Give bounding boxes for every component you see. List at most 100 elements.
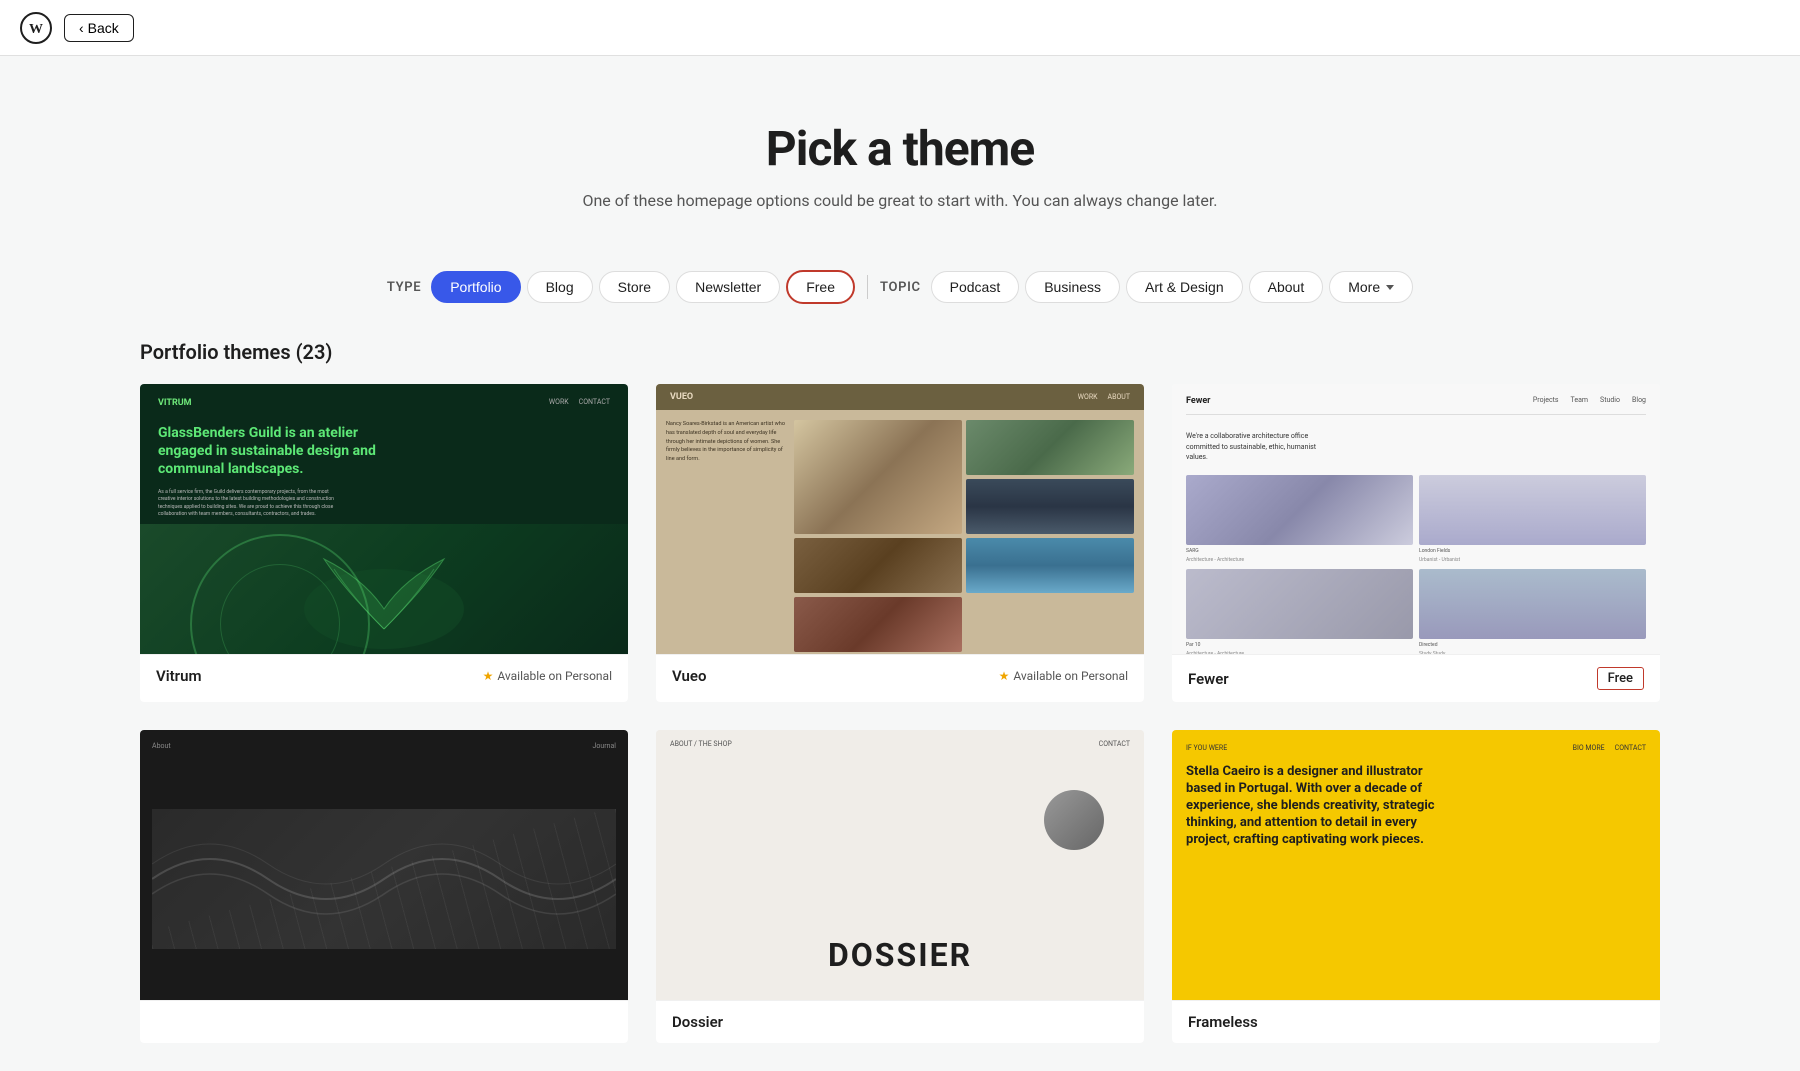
vueo-nav-links: WORK ABOUT [1078,393,1130,401]
dark-nav-about: About [152,742,171,750]
theme-preview-vitrum: VITRUM WORK CONTACT GlassBenders Guild i… [140,384,628,654]
more-label: More [1348,279,1380,295]
page-title: Pick a theme [140,120,1660,177]
fewer-grid: SARG Architecture - Architecture London … [1186,475,1646,655]
vitrum-name: Vitrum [156,667,201,685]
dossier-portrait [1044,790,1104,850]
filter-business[interactable]: Business [1025,271,1120,303]
filter-more[interactable]: More [1329,271,1413,303]
theme-preview-frameless: IF YOU WERE BIO MORE CONTACT Stella Caei… [1172,730,1660,1000]
filter-podcast[interactable]: Podcast [931,271,1020,303]
filter-store[interactable]: Store [599,271,670,303]
dark-wavy-graphic [152,809,616,949]
yellow-nav-link2: BIO MORE [1573,744,1605,752]
frameless-title: Stella Caeiro is a designer and illustra… [1186,764,1446,848]
theme-card-dark[interactable]: About Journal [140,730,628,1043]
vueo-logo: VUEO [670,392,693,402]
fewer-logo: Fewer [1186,396,1210,406]
vueo-footer: Vueo ★ Available on Personal [656,654,1144,697]
filter-art-design[interactable]: Art & Design [1126,271,1243,303]
vueo-content: Nancy Soares-Birkstad is an American art… [656,410,1144,654]
section-title: Portfolio themes (23) [140,340,1660,364]
fewer-nav-projects: Projects [1533,396,1559,406]
svg-text:W: W [29,21,43,36]
dossier-portrait-bg [1044,790,1104,850]
filter-free[interactable]: Free [786,270,855,304]
wp-logo-icon: W [20,12,52,44]
vitrum-image-area [140,524,628,654]
type-label: TYPE [387,280,421,295]
vitrum-badge-label: Available on Personal [497,669,612,683]
fewer-name: Fewer [1188,670,1229,688]
fewer-nav-studio: Studio [1600,396,1620,406]
vueo-sidebar: Nancy Soares-Birkstad is an American art… [666,420,786,652]
vueo-sidebar-text: Nancy Soares-Birkstad is an American art… [666,420,786,464]
star-icon: ★ [483,669,494,683]
fewer-project-3-desc: Architecture - Architecture [1186,651,1413,655]
filter-about[interactable]: About [1249,271,1324,303]
page-subtitle: One of these homepage options could be g… [140,191,1660,210]
filter-newsletter[interactable]: Newsletter [676,271,780,303]
theme-card-vitrum[interactable]: VITRUM WORK CONTACT GlassBenders Guild i… [140,384,628,702]
topic-label: TOPIC [880,280,921,295]
theme-card-frameless[interactable]: IF YOU WERE BIO MORE CONTACT Stella Caei… [1172,730,1660,1043]
vueo-grid [794,420,1134,652]
hero-section: Pick a theme One of these homepage optio… [140,80,1660,270]
filter-portfolio[interactable]: Portfolio [431,271,520,303]
vitrum-nav-work: WORK [549,398,569,408]
theme-card-vueo[interactable]: VUEO WORK ABOUT Nancy Soares-Birkstad is… [656,384,1144,702]
theme-card-fewer[interactable]: Fewer Projects Team Studio Blog We're a … [1172,384,1660,702]
fewer-free-badge: Free [1597,667,1644,690]
fewer-hero-text: We're a collaborative architecture offic… [1186,431,1326,463]
vitrum-nav: VITRUM WORK CONTACT [158,398,610,408]
vueo-nav-about: ABOUT [1108,393,1130,401]
theme-preview-dossier: ABOUT / THE SHOP CONTACT DOSSIER [656,730,1144,1000]
yellow-nav-link1: IF YOU WERE [1186,744,1227,752]
yellow-nav: IF YOU WERE BIO MORE CONTACT [1186,744,1646,752]
dossier-nav-about: ABOUT / THE SHOP [670,740,732,748]
dossier-name: Dossier [672,1013,723,1031]
yellow-nav-link3: CONTACT [1615,744,1646,752]
theme-preview-dark: About Journal [140,730,628,1000]
yellow-nav-right: BIO MORE CONTACT [1573,744,1646,752]
fewer-project-3: Par 10 Architecture - Architecture [1186,569,1413,655]
star-icon-2: ★ [999,669,1010,683]
vueo-image-1 [794,420,962,534]
vueo-nav-work: WORK [1078,393,1098,401]
main-content: Pick a theme One of these homepage optio… [100,0,1700,1043]
fewer-nav-team: Team [1571,396,1589,406]
frameless-name: Frameless [1188,1013,1258,1031]
vueo-image-5 [966,538,1134,593]
fewer-footer: Fewer Free [1172,654,1660,702]
vueo-image-2 [966,420,1134,475]
fewer-project-4-desc: Study Study [1419,651,1646,655]
theme-preview-vueo: VUEO WORK ABOUT Nancy Soares-Birkstad is… [656,384,1144,654]
fewer-project-4-name: Directed [1419,642,1646,648]
theme-grid-row2: About Journal [140,730,1660,1043]
dark-nav-journal: Journal [593,742,616,750]
dossier-nav-contact: CONTACT [1099,740,1130,748]
back-button[interactable]: ‹ Back [64,14,134,42]
frameless-footer: Frameless [1172,1000,1660,1043]
filter-blog[interactable]: Blog [527,271,593,303]
vueo-badge-label: Available on Personal [1013,669,1128,683]
theme-preview-fewer: Fewer Projects Team Studio Blog We're a … [1172,384,1660,654]
dark-footer [140,1000,628,1025]
filter-divider [867,275,868,299]
fewer-nav-blog: Blog [1632,396,1646,406]
vitrum-footer: Vitrum ★ Available on Personal [140,654,628,697]
vitrum-logo: VITRUM [158,398,192,408]
header: W ‹ Back [0,0,1800,56]
fewer-project-1-desc: Architecture - Architecture [1186,557,1413,563]
dossier-title: DOSSIER [828,936,972,974]
vueo-image-3 [966,479,1134,534]
fewer-project-2-name: London Fields [1419,548,1646,554]
theme-grid-row1: VITRUM WORK CONTACT GlassBenders Guild i… [140,384,1660,702]
fewer-project-1: SARG Architecture - Architecture [1186,475,1413,563]
vueo-nav: VUEO WORK ABOUT [656,384,1144,410]
theme-card-dossier[interactable]: ABOUT / THE SHOP CONTACT DOSSIER Dossier [656,730,1144,1043]
filter-bar: TYPE Portfolio Blog Store Newsletter Fre… [140,270,1660,304]
fewer-project-2: London Fields Urbanist - Urbanist [1419,475,1646,563]
vitrum-nav-contact: CONTACT [579,398,610,408]
vueo-badge: ★ Available on Personal [999,669,1128,683]
